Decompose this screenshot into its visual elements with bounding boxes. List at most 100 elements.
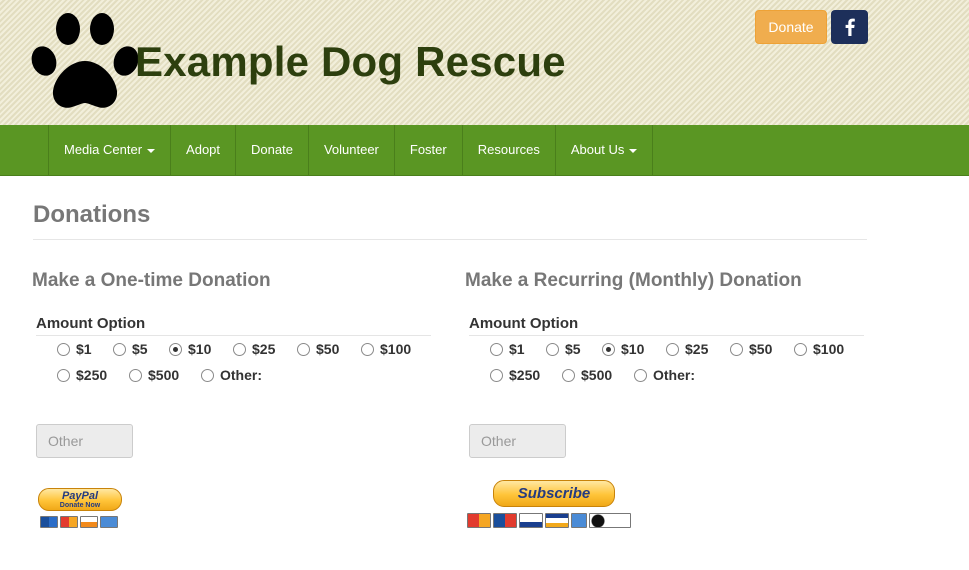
amount-radio-100[interactable]: $100 [361,341,411,357]
radio-label: $500 [581,367,613,383]
credit-card-icon [545,513,569,528]
nav-label: About Us [570,142,625,157]
nav-item-foster[interactable]: Foster [395,125,463,175]
credit-card-icon [467,513,491,528]
radio-button[interactable] [562,368,575,382]
radio-label: $250 [76,367,108,383]
credit-card-icon [100,516,118,528]
amount-radio-5[interactable]: $5 [113,341,148,357]
subscribe-label: Subscribe [493,480,615,507]
radio-label: Other: [653,367,695,383]
site-header: Example Dog Rescue Donate [0,0,969,125]
radio-button[interactable] [490,342,503,356]
radio-label: $10 [621,341,645,357]
divider [33,239,867,240]
radio-button[interactable] [361,342,374,356]
radio-label: $50 [316,341,340,357]
divider [469,335,864,336]
radio-button[interactable] [490,368,503,382]
caret-down-icon [629,148,638,153]
section-heading: Make a Recurring (Monthly) Donation [465,270,802,291]
radio-label: $500 [148,367,180,383]
radio-label: $250 [509,367,541,383]
radio-label: $50 [749,341,773,357]
facebook-icon [845,18,855,36]
radio-label: $25 [685,341,709,357]
radio-button-selected[interactable] [169,342,182,356]
amount-radio-1[interactable]: $1 [57,341,92,357]
credit-card-icon [80,516,98,528]
radio-button[interactable] [666,342,679,356]
credit-card-icon [493,513,517,528]
amount-radio-250[interactable]: $250 [490,367,540,383]
radio-button-selected[interactable] [602,342,615,356]
radio-label: $100 [813,341,845,357]
recurring-donation-section: Make a Recurring (Monthly) Donation Amou… [465,270,865,528]
credit-card-icon [40,516,58,528]
nav-item-volunteer[interactable]: Volunteer [309,125,395,175]
paypal-subscribe-button[interactable]: Subscribe [467,480,642,532]
radio-button[interactable] [201,368,214,382]
nav-label: Media Center [64,142,143,157]
radio-button[interactable] [57,368,70,382]
amount-radio-other[interactable]: Other: [634,367,695,383]
page-title: Donations [33,201,151,228]
nav-item-adopt[interactable]: Adopt [171,125,237,175]
radio-label: $10 [188,341,212,357]
paw-print-icon [31,13,139,108]
credit-card-icon [519,513,543,528]
radio-button[interactable] [297,342,310,356]
radio-button[interactable] [730,342,743,356]
radio-button[interactable] [129,368,142,382]
radio-button[interactable] [794,342,807,356]
radio-button[interactable] [546,342,559,356]
credit-card-icon [60,516,78,528]
other-amount-input[interactable] [469,424,566,458]
header-donate-button[interactable]: Donate [755,10,827,44]
other-amount-input[interactable] [36,424,133,458]
nav-item-about-us[interactable]: About Us [556,125,654,175]
main-navbar: Media Center Adopt Donate Volunteer Fost… [0,125,969,176]
radio-label: $1 [76,341,92,357]
radio-button[interactable] [113,342,126,356]
radio-button[interactable] [233,342,246,356]
divider [36,335,431,336]
paypal-donate-button[interactable]: PayPal Donate Now [38,488,122,530]
credit-card-icon [571,513,587,528]
nav-item-donate[interactable]: Donate [236,125,309,175]
nav-item-media-center[interactable]: Media Center [49,125,172,175]
paypal-caption: Donate Now [59,502,101,509]
amount-option-label: Amount Option [36,315,146,332]
amount-radio-1[interactable]: $1 [490,341,525,357]
amount-radio-other[interactable]: Other: [201,367,262,383]
amount-radio-50[interactable]: $50 [297,341,339,357]
site-title[interactable]: Example Dog Rescue [135,38,566,86]
radio-button[interactable] [57,342,70,356]
direct-debit-icon [589,513,631,528]
radio-button[interactable] [634,368,647,382]
radio-label: $1 [509,341,525,357]
amount-radio-250[interactable]: $250 [57,367,107,383]
amount-radio-500[interactable]: $500 [562,367,612,383]
radio-label: $100 [380,341,412,357]
amount-radio-10[interactable]: $10 [169,341,211,357]
radio-label: $25 [252,341,276,357]
amount-radio-25[interactable]: $25 [233,341,275,357]
nav-item-resources[interactable]: Resources [463,125,556,175]
amount-radio-100[interactable]: $100 [794,341,844,357]
accepted-cards [467,513,631,528]
paypal-pill: PayPal Donate Now [38,488,122,511]
amount-radio-10[interactable]: $10 [602,341,644,357]
one-time-donation-section: Make a One-time Donation Amount Option $… [32,270,432,528]
amount-radio-500[interactable]: $500 [129,367,179,383]
caret-down-icon [147,148,156,153]
accepted-cards [40,516,118,528]
amount-option-label: Amount Option [469,315,579,332]
radio-label: $5 [132,341,148,357]
radio-label: Other: [220,367,262,383]
facebook-button[interactable] [831,10,868,44]
amount-radio-5[interactable]: $5 [546,341,581,357]
amount-radio-25[interactable]: $25 [666,341,708,357]
nav-list: Media Center Adopt Donate Volunteer Fost… [48,125,654,175]
amount-radio-50[interactable]: $50 [730,341,772,357]
